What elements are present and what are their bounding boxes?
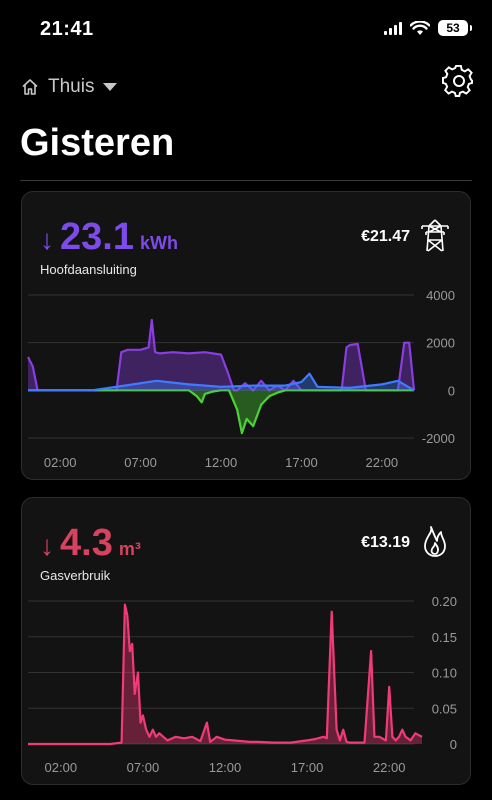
gas-chart-series-area xyxy=(28,604,422,744)
electricity-chart-series-line xyxy=(28,389,414,435)
gas-chart-x-tick-label: 02:00 xyxy=(45,760,78,775)
gas-card[interactable]: ↓ 4.3 m³ Gasverbruik €13.19 0.20 0.15 0.10… xyxy=(21,497,471,785)
gas-chart-x-tick-label: 17:00 xyxy=(291,760,324,775)
cellular-signal-icon xyxy=(384,21,402,35)
electricity-chart-x-tick-label: 02:00 xyxy=(44,455,77,470)
gas-chart-x-tick-label: 07:00 xyxy=(127,760,160,775)
chevron-down-icon xyxy=(103,83,118,91)
electricity-chart: 4000 2000 0 -2000 02:00 07:00 12:00 17:00 22:00 xyxy=(27,288,455,470)
title-divider xyxy=(20,180,472,181)
gas-chart-y-tick-label: 0.20 xyxy=(432,594,457,609)
electricity-chart-y-tick-label: 2000 xyxy=(426,336,455,351)
location-label: Thuis xyxy=(48,76,95,97)
electricity-chart-series-area xyxy=(28,390,414,434)
electricity-chart-x-tick-label: 22:00 xyxy=(366,455,399,470)
electricity-card[interactable]: ↓ 23.1 kWh Hoofdaansluiting €21.47 4000 2… xyxy=(21,191,471,480)
home-icon xyxy=(22,79,38,95)
electricity-chart-x-tick-label: 07:00 xyxy=(124,455,157,470)
page-title: Gisteren xyxy=(20,122,175,164)
gas-chart-y-tick-label: 0.15 xyxy=(432,630,457,645)
electricity-chart-y-tick-label: -2000 xyxy=(422,431,455,446)
electricity-chart-x-tick-label: 17:00 xyxy=(285,455,318,470)
electricity-chart-x-tick-label: 12:00 xyxy=(205,455,238,470)
settings-gear-icon[interactable] xyxy=(442,64,476,98)
location-selector[interactable]: Thuis xyxy=(20,76,118,98)
gas-chart-y-tick-label: 0 xyxy=(450,737,457,752)
gas-chart-y-tick-label: 0.05 xyxy=(432,701,457,716)
status-bar: 21:41 53 xyxy=(0,0,492,60)
status-icons: 53 xyxy=(384,20,472,36)
gas-chart-series-line xyxy=(28,603,423,746)
gas-chart-x-tick-label: 12:00 xyxy=(209,760,242,775)
gas-chart: 0.20 0.15 0.10 0.05 0 02:00 07:00 12:00 17:00 22:… xyxy=(28,594,457,775)
wifi-icon xyxy=(410,20,430,35)
battery-icon: 53 xyxy=(438,20,472,36)
electricity-chart-y-tick-label: 0 xyxy=(448,383,455,398)
gas-chart-x-tick-label: 22:00 xyxy=(373,760,406,775)
electricity-chart-y-tick-label: 4000 xyxy=(426,288,455,303)
status-time: 21:41 xyxy=(40,18,94,40)
gas-chart-y-tick-label: 0.10 xyxy=(432,666,457,681)
